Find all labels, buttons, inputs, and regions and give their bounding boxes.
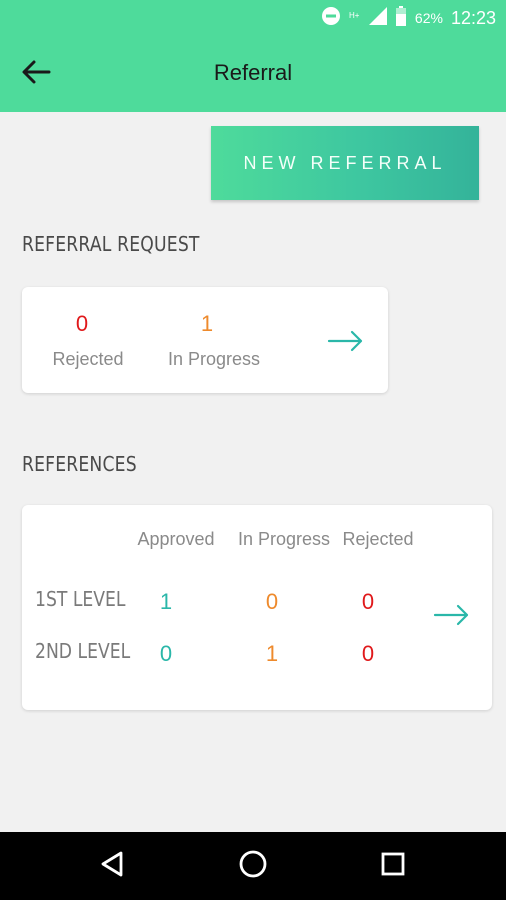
level-2-in-progress: 1 [265,641,279,666]
level-2-rejected: 0 [361,641,375,666]
rejected-label: Rejected [52,349,124,369]
new-referral-button[interactable]: NEW REFERRAL [211,126,479,200]
circle-home-icon [238,849,268,883]
do-not-disturb-icon [321,6,341,30]
arrow-right-icon[interactable] [326,329,366,353]
referral-request-title: REFERRAL REQUEST [22,232,200,256]
nav-recents-button[interactable] [373,846,413,886]
signal-icon [368,7,387,29]
references-card[interactable]: Approved In Progress Rejected 1ST LEVEL … [22,505,492,710]
level-1-approved: 1 [159,589,173,614]
svg-text:H+: H+ [349,11,360,20]
level-1-in-progress: 0 [265,589,279,614]
status-indicators: H+ 62% 12:23 [321,6,496,30]
app-bar: Referral [0,36,506,112]
nav-home-button[interactable] [233,846,273,886]
level-1-rejected: 0 [361,589,375,614]
header-in-progress: In Progress [237,529,331,549]
arrow-right-icon[interactable] [432,603,472,627]
mobile-data-icon: H+ [349,9,361,28]
battery-icon [395,6,407,30]
page-title: Referral [213,60,293,85]
in-progress-count: 1 [200,311,214,336]
level-2-label: 2ND LEVEL [35,639,131,663]
header-rejected: Rejected [342,529,414,549]
references-title: REFERENCES [22,452,137,476]
rejected-count: 0 [75,311,89,336]
status-bar: H+ 62% 12:23 [0,0,506,36]
battery-percent: 62% [414,10,443,26]
level-1-label: 1ST LEVEL [35,587,126,611]
clock: 12:23 [450,7,496,28]
square-recents-icon [380,851,406,881]
referral-request-card[interactable]: 0 Rejected 1 In Progress [22,287,388,393]
header-approved: Approved [137,529,215,549]
triangle-back-icon [99,850,125,882]
nav-back-button[interactable] [92,846,132,886]
in-progress-label: In Progress [167,349,261,369]
navigation-bar [0,832,506,900]
level-2-approved: 0 [159,641,173,666]
